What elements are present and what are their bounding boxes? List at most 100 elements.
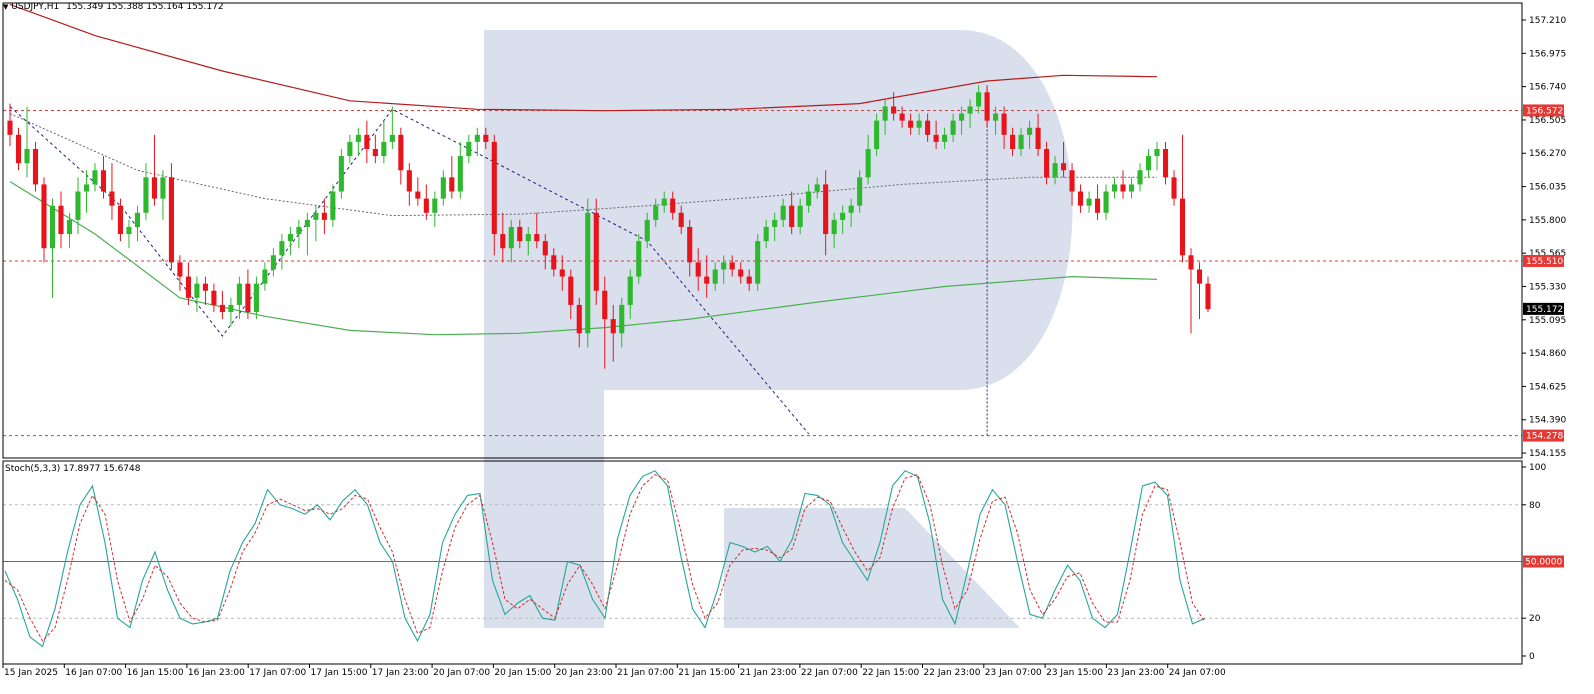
- time-tick-label: 21 Jan 23:00: [740, 668, 797, 678]
- time-tick-label: 21 Jan 15:00: [678, 668, 735, 678]
- candle-body: [1128, 184, 1135, 192]
- candle-body: [1111, 184, 1118, 192]
- candle-body: [619, 304, 625, 334]
- candle-body: [92, 170, 98, 185]
- candle-body: [41, 184, 47, 249]
- candle-body: [746, 276, 752, 284]
- candle-body: [1179, 198, 1186, 256]
- candle-body: [321, 212, 327, 220]
- watermark-logo: [484, 30, 1073, 628]
- candle-body: [704, 276, 710, 284]
- price-tick-label: 155.800: [1529, 216, 1566, 226]
- price-tick-label: 155.095: [1529, 316, 1566, 326]
- candle-body: [364, 134, 370, 149]
- candle-body: [610, 319, 616, 334]
- candle-body: [1001, 113, 1007, 135]
- candle-body: [729, 262, 735, 270]
- time-tick-label: 23 Jan 23:00: [1107, 668, 1164, 678]
- candle-body: [177, 262, 183, 277]
- candle-body: [721, 262, 727, 270]
- candle-body: [143, 177, 149, 213]
- candle-body: [168, 177, 174, 263]
- candle-body: [228, 304, 234, 313]
- candle-body: [959, 113, 965, 121]
- candle-body: [466, 141, 472, 157]
- time-tick-label: 16 Jan 23:00: [188, 668, 245, 678]
- candle-body: [1061, 163, 1067, 171]
- price-tick-label: 154.390: [1529, 416, 1566, 426]
- candle-body: [1171, 177, 1177, 199]
- candle-body: [797, 205, 803, 227]
- candle-body: [551, 255, 557, 270]
- candle-body: [338, 156, 344, 192]
- candle-body: [678, 212, 684, 227]
- candle-body: [313, 212, 319, 220]
- candle-body: [627, 276, 633, 305]
- candle-body: [1145, 156, 1152, 171]
- candle-body: [848, 205, 854, 213]
- candle-body: [423, 198, 429, 213]
- price-tick-label: 156.035: [1529, 183, 1566, 193]
- candle-body: [593, 212, 599, 291]
- candle-body: [653, 205, 659, 220]
- candle-body: [440, 177, 446, 199]
- candle-body: [270, 255, 276, 270]
- candle-body: [882, 106, 888, 121]
- target-badge: 154.278: [1526, 432, 1563, 442]
- candle-body: [474, 134, 480, 142]
- candle-body: [568, 276, 574, 305]
- time-tick-label: 16 Jan 15:00: [127, 668, 184, 678]
- candle-body: [823, 184, 829, 235]
- candle-body: [976, 92, 982, 107]
- candle-body: [355, 134, 361, 142]
- candle-body: [49, 205, 56, 249]
- candle-body: [1078, 191, 1084, 206]
- stoch-main-line: [4, 470, 1206, 648]
- candle-body: [279, 241, 285, 256]
- candle-body: [1044, 148, 1050, 178]
- candle-body: [347, 141, 353, 157]
- candle-body: [644, 219, 650, 242]
- candle-body: [636, 241, 642, 277]
- candle-body: [687, 226, 693, 263]
- candle-body: [755, 241, 761, 284]
- candle-body: [1154, 148, 1160, 157]
- candle-body: [253, 283, 259, 313]
- candle-body: [738, 269, 744, 277]
- stoch-tick-label: 0: [1529, 652, 1535, 662]
- stoch-header: Stoch(5,3,3) 17.8977 15.6748: [5, 464, 140, 474]
- candle-body: [1120, 184, 1126, 192]
- candle-body: [236, 283, 242, 305]
- candle-body: [151, 177, 157, 199]
- candle-body: [908, 120, 914, 128]
- candle-body: [602, 290, 608, 320]
- time-tick-label: 22 Jan 07:00: [801, 668, 858, 678]
- candle-body: [483, 134, 489, 142]
- candle-body: [585, 212, 591, 334]
- time-tick-label: 23 Jan 15:00: [1046, 668, 1103, 678]
- time-tick-label: 20 Jan 23:00: [556, 668, 613, 678]
- stoch-tick-label: 100: [1529, 463, 1546, 473]
- candle-body: [542, 241, 548, 256]
- candle-body: [534, 234, 540, 242]
- candle-body: [389, 134, 395, 142]
- resistance-badge: 156.572: [1526, 106, 1563, 116]
- candle-body: [925, 120, 931, 135]
- candle-body: [117, 205, 124, 235]
- candle-body: [712, 269, 718, 284]
- candle-body: [457, 156, 463, 192]
- symbol-label: USDJPY,H1: [11, 2, 60, 12]
- candle-body: [763, 226, 769, 242]
- price-tick-label: 155.330: [1529, 282, 1566, 292]
- candle-body: [194, 283, 200, 298]
- candle-body: [1205, 283, 1211, 310]
- price-tick-label: 156.740: [1529, 83, 1566, 93]
- collapse-arrow-icon[interactable]: ▼: [3, 3, 8, 11]
- candle-body: [789, 205, 795, 227]
- candle-body: [372, 148, 378, 157]
- candle-body: [202, 283, 208, 291]
- candle-body: [287, 234, 293, 242]
- time-tick-label: 17 Jan 15:00: [311, 668, 368, 678]
- candle-body: [1094, 198, 1101, 213]
- candle-body: [1086, 198, 1092, 206]
